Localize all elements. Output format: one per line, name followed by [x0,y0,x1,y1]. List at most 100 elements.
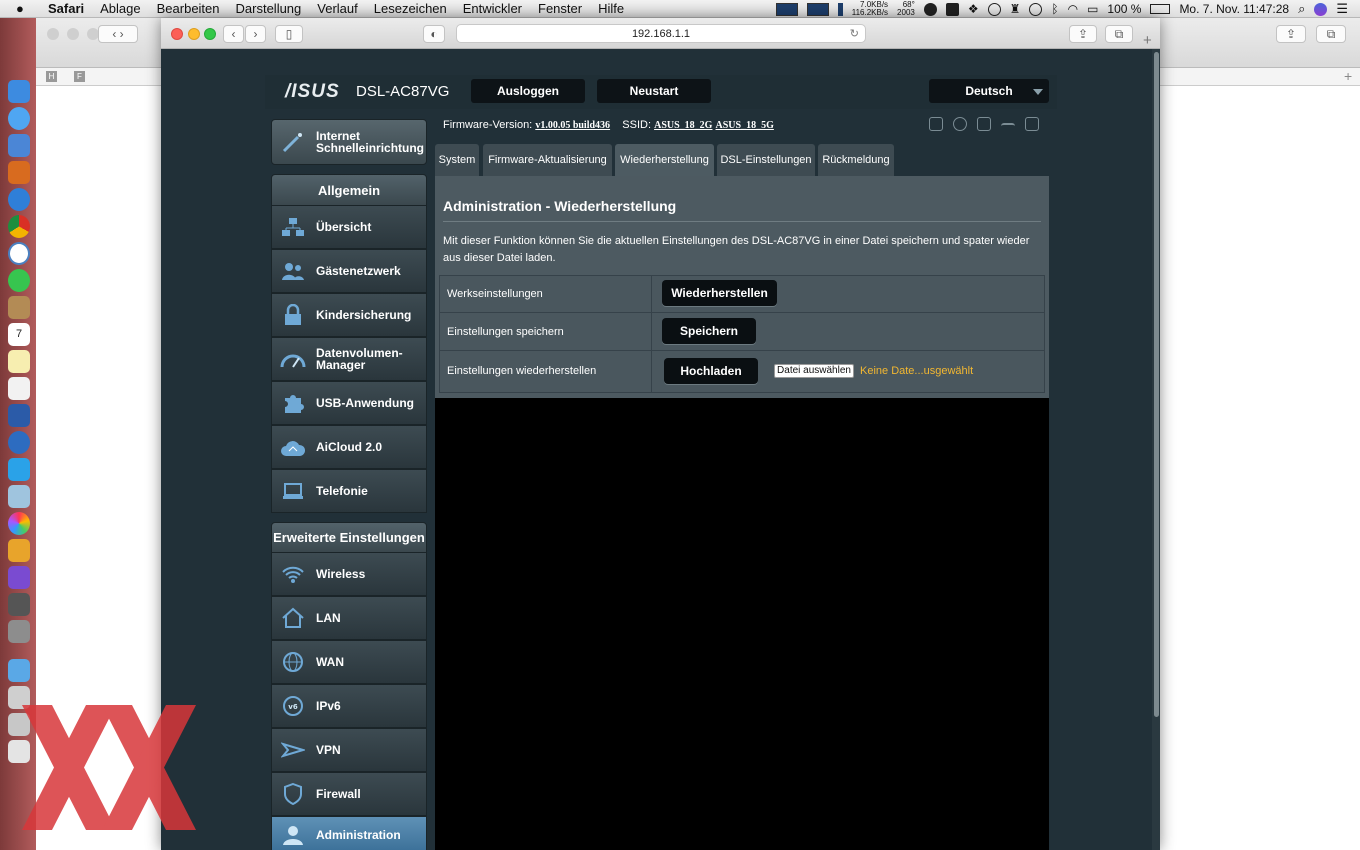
menu-fenster[interactable]: Fenster [530,0,590,18]
menu-bearbeiten[interactable]: Bearbeiten [149,0,228,18]
sidebar-item-lan[interactable]: LAN [271,596,427,640]
ssid-2g-link[interactable]: ASUS_18_2G [654,120,712,131]
bg-new-tab-icon[interactable]: + [1344,68,1352,84]
menu-verlauf[interactable]: Verlauf [309,0,365,18]
safari-icon[interactable] [8,188,30,211]
menu-safari[interactable]: Safari [40,0,92,18]
restore-defaults-button[interactable]: Wiederherstellen [662,280,777,306]
clients-status-icon[interactable] [929,117,943,131]
bluetooth-icon[interactable]: ᛒ [1051,2,1058,16]
privacy-toggle-button[interactable]: ◐ [423,25,445,43]
bg-close-button[interactable] [47,28,59,40]
battery-status[interactable]: 100 % [1107,2,1141,16]
spotlight-icon[interactable]: ⌕ [1298,1,1305,17]
sidebar-item-vpn[interactable]: VPN [271,728,427,772]
new-tab-icon[interactable]: + [1143,32,1152,49]
sensor-stats[interactable]: 68° 2003 [897,1,915,17]
notification-center-icon[interactable]: ☰ [1336,1,1348,17]
sidebar-toggle-button[interactable]: ▯ [275,25,303,43]
disk-indicator-icon[interactable] [837,2,843,16]
network-stats[interactable]: 7.0KB/s 116.2KB/s [852,1,888,17]
menu-entwickler[interactable]: Entwickler [455,0,530,18]
tab-firmware-update[interactable]: Firmware-Aktualisierung [483,144,612,176]
menu-app-icon[interactable] [945,2,959,16]
close-button[interactable] [171,28,183,40]
onepassword-menu-icon[interactable] [987,2,1001,16]
usb-status-icon[interactable] [1001,123,1015,137]
language-select[interactable]: Deutsch [929,79,1049,103]
menu-hilfe[interactable]: Hilfe [590,0,632,18]
dropbox-icon[interactable]: ❖ [968,2,979,16]
preview-icon[interactable] [8,485,30,508]
memory-graph-icon[interactable] [806,2,829,16]
share-button[interactable]: ⇪ [1069,25,1097,43]
scrollbar-thumb[interactable] [1154,52,1159,717]
bg-tab-h[interactable]: H [46,71,57,82]
printer-status-icon[interactable] [1025,117,1039,131]
clock[interactable]: Mo. 7. Nov. 11:47:28 [1179,2,1289,16]
app-s-icon[interactable] [8,161,30,184]
chrome-icon[interactable] [8,215,30,238]
menu-ablage[interactable]: Ablage [92,0,148,18]
save-settings-button[interactable]: Speichern [662,318,756,344]
battery-icon[interactable] [1150,4,1171,14]
bg-nav-buttons[interactable]: ‹ › [98,25,138,43]
tab-feedback[interactable]: Rückmeldung [818,144,894,176]
finder-icon[interactable] [8,80,30,103]
forward-button[interactable]: › [245,25,266,43]
app-menu-icon[interactable]: ♜ [1010,2,1021,16]
upload-button[interactable]: Hochladen [664,358,758,384]
sidebar-item-usb-application[interactable]: USB-Anwendung [271,381,427,425]
menu-lesezeichen[interactable]: Lesezeichen [366,0,455,18]
back-button[interactable]: ‹ [223,25,244,43]
app-blue-icon[interactable] [8,458,30,481]
cpu-graph-icon[interactable] [775,2,798,16]
whatsapp-icon[interactable] [8,269,30,292]
reload-icon[interactable]: ↻ [850,25,859,43]
sidebar-item-ipv6[interactable]: v6 IPv6 [271,684,427,728]
sidebar-item-traffic-manager[interactable]: Datenvolumen-Manager [271,337,427,381]
sidebar-item-overview[interactable]: Übersicht [271,205,427,249]
siri-icon[interactable] [1314,2,1328,16]
sidebar-item-firewall[interactable]: Firewall [271,772,427,816]
bg-share-icon[interactable]: ⇪ [1276,25,1306,43]
utility-icon[interactable] [8,620,30,643]
sidebar-item-aicloud[interactable]: AiCloud 2.0 [271,425,427,469]
tab-system[interactable]: System [435,144,479,176]
time-machine-icon[interactable] [1029,2,1043,16]
onepassword-icon[interactable] [8,431,30,454]
ssid-5g-link[interactable]: ASUS_18_5G [716,120,774,131]
sidebar-item-wan[interactable]: WAN [271,640,427,684]
folder-icon[interactable] [8,659,30,682]
bg-tab-f[interactable]: F [74,71,85,82]
tab-dsl-settings[interactable]: DSL-Einstellungen [717,144,815,176]
document-icon[interactable] [8,377,30,400]
bg-minimize-button[interactable] [67,28,79,40]
logout-button[interactable]: Ausloggen [471,79,585,103]
apple-icon[interactable]: ● [16,1,30,16]
sidebar-item-parental-control[interactable]: Kindersicherung [271,293,427,337]
devices-status-icon[interactable] [977,117,991,131]
messages-icon[interactable] [8,107,30,130]
app-yellow-icon[interactable] [8,539,30,562]
sidebar-item-guest-network[interactable]: Gästenetzwerk [271,249,427,293]
tweetbot-icon[interactable] [8,134,30,157]
sidebar-item-wireless[interactable]: Wireless [271,552,427,596]
wifi-icon[interactable]: ◠ [1068,2,1078,16]
word-icon[interactable] [8,404,30,427]
address-bar[interactable]: 192.168.1.1 ↻ [456,24,866,43]
calendar-icon[interactable]: 7 [8,323,30,346]
restart-button[interactable]: Neustart [597,79,711,103]
tabs-overview-button[interactable]: ⧉ [1105,25,1133,43]
sidebar-item-administration[interactable]: Administration [271,816,427,850]
finalcut-icon[interactable] [8,593,30,616]
clock-icon[interactable] [8,242,30,265]
menu-status-icon[interactable] [923,2,937,16]
menu-darstellung[interactable]: Darstellung [228,0,310,18]
minimize-button[interactable] [188,28,200,40]
notes-icon[interactable] [8,350,30,373]
sidebar-item-telephony[interactable]: Telefonie [271,469,427,513]
zoom-button[interactable] [204,28,216,40]
bg-tabs-icon[interactable]: ⧉ [1316,25,1346,43]
tab-restore[interactable]: Wiederherstellung [615,144,714,176]
